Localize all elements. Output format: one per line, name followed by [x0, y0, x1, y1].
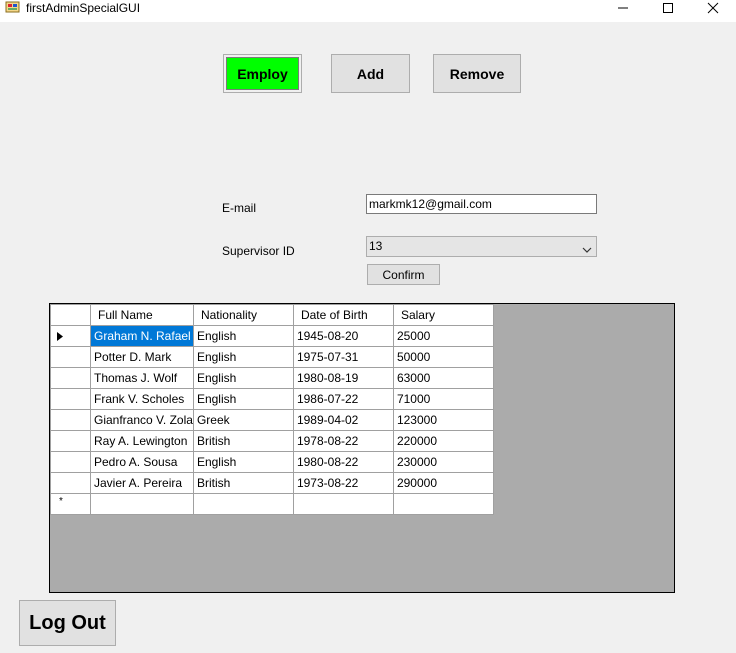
employee-grid[interactable]: Full Name Nationality Date of Birth Sala…	[49, 303, 675, 593]
table-cell[interactable]: Thomas J. Wolf	[90, 367, 194, 389]
column-header-date-of-birth[interactable]: Date of Birth	[292, 304, 394, 326]
table-cell[interactable]: 1986-07-22	[292, 388, 394, 410]
row-header[interactable]	[50, 367, 91, 389]
table-cell[interactable]	[192, 493, 294, 515]
row-header-corner	[50, 304, 91, 326]
table-cell[interactable]: English	[192, 325, 294, 347]
minimize-button[interactable]	[600, 0, 645, 16]
table-cell[interactable]: Pedro A. Sousa	[90, 451, 194, 473]
table-cell[interactable]: 290000	[392, 472, 494, 494]
table-cell[interactable]: 123000	[392, 409, 494, 431]
table-cell[interactable]: English	[192, 367, 294, 389]
maximize-button[interactable]	[645, 0, 690, 16]
title-bar: firstAdminSpecialGUI	[0, 0, 736, 22]
table-cell[interactable]: Ray A. Lewington	[90, 430, 194, 452]
table-cell[interactable]: 1980-08-22	[292, 451, 394, 473]
table-cell[interactable]	[90, 493, 194, 515]
table-row[interactable]: Javier A. Pereira British 1973-08-22 290…	[50, 472, 494, 494]
table-cell[interactable]: English	[192, 451, 294, 473]
table-row[interactable]: Frank V. Scholes English 1986-07-22 7100…	[50, 388, 494, 410]
table-cell[interactable]	[392, 493, 494, 515]
chevron-down-icon	[582, 241, 592, 259]
supervisor-id-value: 13	[369, 239, 383, 253]
table-cell[interactable]: 1973-08-22	[292, 472, 394, 494]
table-cell[interactable]: Frank V. Scholes	[90, 388, 194, 410]
employee-table: Full Name Nationality Date of Birth Sala…	[50, 304, 494, 515]
new-row[interactable]: *	[50, 493, 494, 515]
employ-button[interactable]: Employ	[223, 54, 302, 93]
app-icon	[5, 1, 21, 15]
table-cell[interactable]: 50000	[392, 346, 494, 368]
window-title: firstAdminSpecialGUI	[26, 1, 141, 15]
current-row-arrow-icon	[57, 332, 63, 341]
confirm-button-label: Confirm	[382, 267, 425, 282]
logout-button-label: Log Out	[29, 611, 106, 634]
column-header-full-name[interactable]: Full Name	[90, 304, 194, 326]
table-cell[interactable]: 220000	[392, 430, 494, 452]
close-button[interactable]	[690, 0, 735, 16]
column-header-salary[interactable]: Salary	[392, 304, 494, 326]
add-button[interactable]: Add	[331, 54, 410, 93]
table-cell[interactable]	[292, 493, 394, 515]
row-header[interactable]	[50, 472, 91, 494]
table-cell[interactable]: Potter D. Mark	[90, 346, 194, 368]
table-cell[interactable]: English	[192, 388, 294, 410]
table-cell[interactable]: 1980-08-19	[292, 367, 394, 389]
table-cell[interactable]: 1975-07-31	[292, 346, 394, 368]
table-row[interactable]: Ray A. Lewington British 1978-08-22 2200…	[50, 430, 494, 452]
remove-button-label: Remove	[449, 65, 505, 82]
table-cell[interactable]: Gianfranco V. Zola	[90, 409, 194, 431]
table-row[interactable]: Graham N. Rafael English 1945-08-20 2500…	[50, 325, 494, 347]
close-icon	[707, 2, 718, 14]
table-cell[interactable]: Javier A. Pereira	[90, 472, 194, 494]
row-header[interactable]	[50, 388, 91, 410]
logout-button[interactable]: Log Out	[19, 600, 116, 646]
table-cell[interactable]: 71000	[392, 388, 494, 410]
row-header[interactable]	[50, 409, 91, 431]
supervisor-id-label: Supervisor ID	[222, 244, 295, 258]
table-row[interactable]: Pedro A. Sousa English 1980-08-22 230000	[50, 451, 494, 473]
row-header[interactable]	[50, 346, 91, 368]
table-cell[interactable]: 1989-04-02	[292, 409, 394, 431]
supervisor-id-select[interactable]: 13	[366, 236, 597, 257]
table-row[interactable]: Gianfranco V. Zola Greek 1989-04-02 1230…	[50, 409, 494, 431]
table-cell[interactable]: 63000	[392, 367, 494, 389]
remove-button[interactable]: Remove	[433, 54, 521, 93]
new-row-marker: *	[59, 496, 63, 507]
column-header-nationality[interactable]: Nationality	[192, 304, 294, 326]
table-cell[interactable]: English	[192, 346, 294, 368]
table-cell[interactable]: 1945-08-20	[292, 325, 394, 347]
table-cell[interactable]: British	[192, 430, 294, 452]
table-cell[interactable]: British	[192, 472, 294, 494]
row-header[interactable]	[50, 430, 91, 452]
confirm-button[interactable]: Confirm	[367, 264, 440, 285]
maximize-icon	[662, 3, 673, 13]
table-cell[interactable]: Graham N. Rafael	[90, 325, 194, 347]
table-cell[interactable]: 230000	[392, 451, 494, 473]
email-label: E-mail	[222, 201, 257, 215]
minimize-icon	[617, 7, 628, 9]
add-button-label: Add	[356, 65, 385, 82]
table-cell[interactable]: 1978-08-22	[292, 430, 394, 452]
row-header[interactable]	[50, 325, 91, 347]
row-header[interactable]	[50, 451, 91, 473]
email-field[interactable]: markmk12@gmail.com	[366, 194, 597, 214]
table-row[interactable]: Potter D. Mark English 1975-07-31 50000	[50, 346, 494, 368]
table-cell[interactable]: Greek	[192, 409, 294, 431]
employ-button-label: Employ	[237, 65, 288, 82]
row-header[interactable]: *	[50, 493, 91, 515]
table-cell[interactable]: 25000	[392, 325, 494, 347]
table-header-row: Full Name Nationality Date of Birth Sala…	[50, 304, 494, 326]
table-row[interactable]: Thomas J. Wolf English 1980-08-19 63000	[50, 367, 494, 389]
